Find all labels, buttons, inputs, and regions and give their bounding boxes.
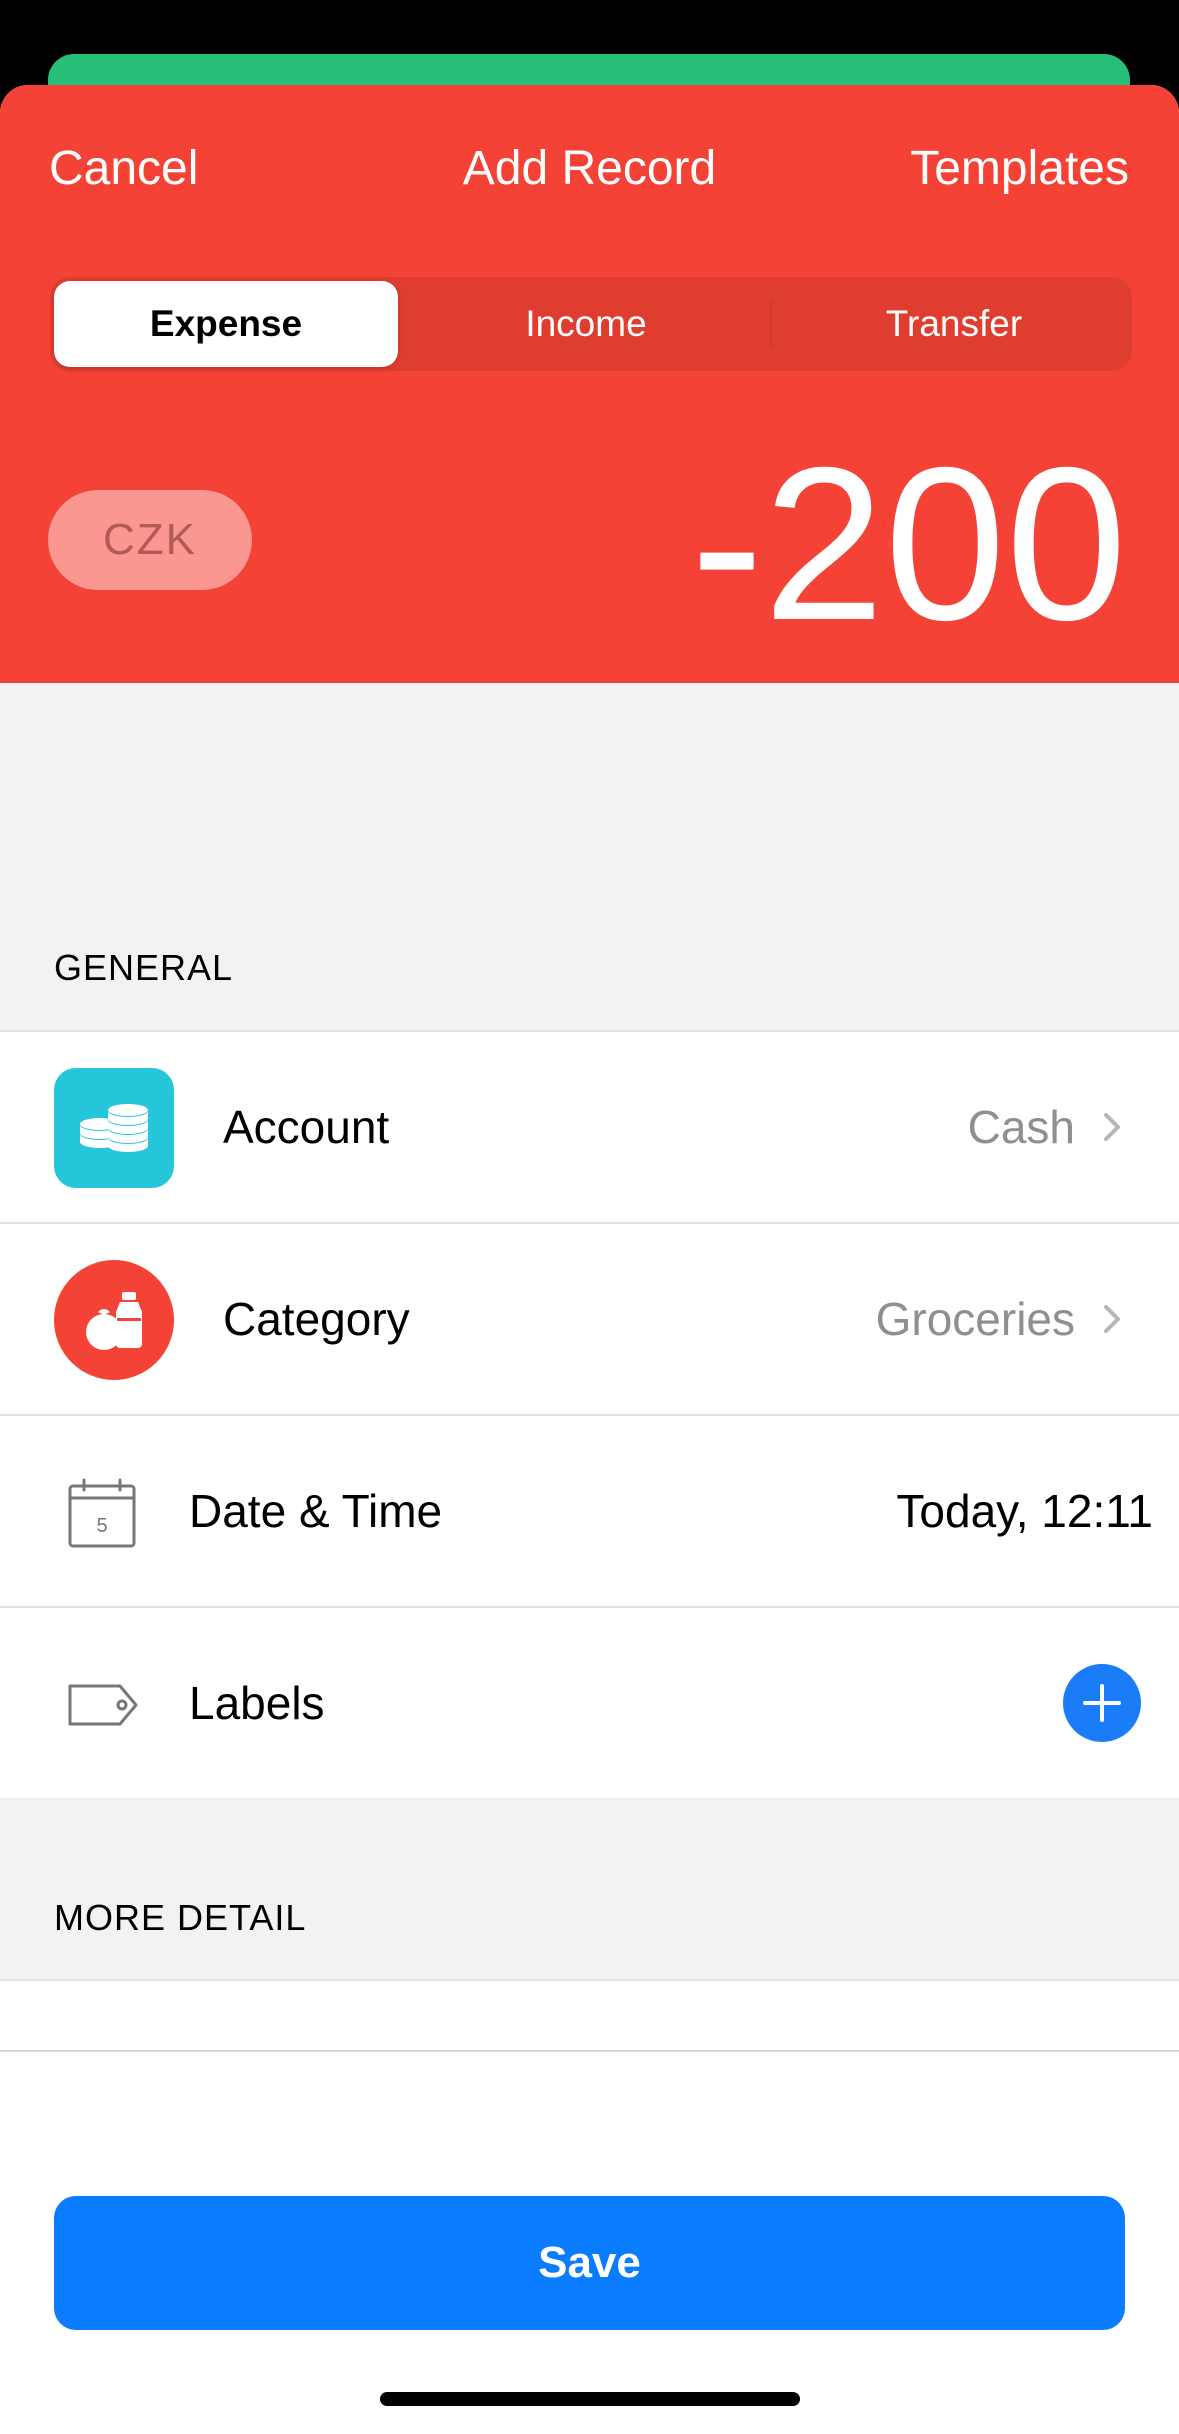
chevron-right-icon [1104,1113,1120,1141]
tag-icon [68,1684,138,1726]
account-row[interactable]: Account Cash [0,1030,1179,1222]
tab-transfer[interactable]: Transfer [776,277,1132,371]
amount-display[interactable]: -200 [691,420,1127,670]
account-value: Cash [967,1101,1075,1153]
calendar-day: 5 [96,1515,107,1537]
amount-header: Add Record Cancel Templates Expense Inco… [0,85,1179,683]
home-indicator [380,2392,800,2406]
more-detail-section-header: MORE DETAIL [54,1897,307,1938]
date-time-value: Today, 12:11 [896,1485,1153,1537]
segment-divider [770,301,772,347]
account-label: Account [223,1101,390,1153]
category-value: Groceries [875,1293,1075,1345]
labels-row[interactable]: Labels [0,1606,1179,1798]
coins-icon [54,1068,174,1188]
save-button[interactable]: Save [54,2196,1125,2330]
calendar-icon: 5 [68,1478,136,1548]
category-row[interactable]: Category Groceries [0,1222,1179,1414]
tab-income[interactable]: Income [406,277,766,371]
date-time-row[interactable]: 5 Date & Time Today, 12:11 [0,1414,1179,1606]
date-time-label: Date & Time [189,1485,443,1537]
tab-expense[interactable]: Expense [54,281,398,367]
category-label: Category [223,1293,410,1345]
plus-icon [1083,1684,1121,1722]
cancel-button[interactable]: Cancel [49,137,198,201]
groceries-icon [54,1260,174,1380]
currency-button[interactable]: CZK [48,490,252,590]
labels-label: Labels [189,1677,325,1729]
general-section-header: GENERAL [54,947,234,988]
add-label-button[interactable] [1063,1664,1141,1742]
record-type-segmented-control: Expense Income Transfer [50,277,1132,371]
templates-button[interactable]: Templates [910,137,1129,201]
chevron-right-icon [1104,1305,1120,1333]
